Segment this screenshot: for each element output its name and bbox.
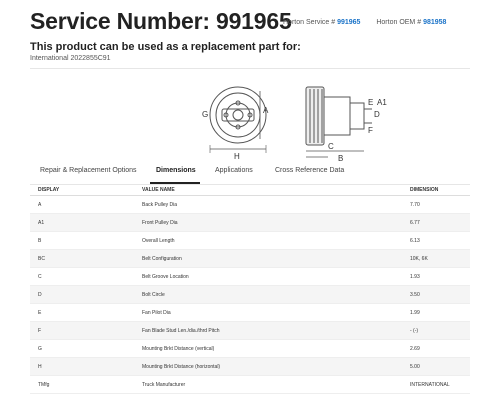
- display-cell: BC: [30, 249, 134, 268]
- dimension-cell: 1.99: [402, 303, 470, 322]
- table-row: A1 Front Pulley Dia 6.77: [30, 213, 470, 232]
- horton-oem-label: Horton OEM #: [376, 19, 422, 26]
- table-row: BC Belt Configuration 10K, 6K: [30, 249, 470, 268]
- value-name-cell: Fan Blade Stud Len./dia./thrd Pitch: [134, 321, 402, 340]
- tab-bar: Repair & Replacement Options Dimensions …: [30, 160, 470, 185]
- page-header: Service Number: 991965 Horton Service # …: [30, 8, 490, 34]
- diagram-label: C: [328, 142, 334, 151]
- column-header-value-name: VALUE NAME: [134, 184, 402, 196]
- value-name-cell: Overall Length: [134, 231, 402, 250]
- display-cell: D: [30, 285, 134, 304]
- display-cell: TMfg: [30, 375, 134, 394]
- table-row: TMfg Truck Manufacturer INTERNATIONAL: [30, 375, 470, 394]
- horton-service-number[interactable]: 991965: [337, 19, 360, 26]
- diagram-label: A1: [377, 98, 387, 107]
- dimension-cell: 5.00: [402, 357, 470, 376]
- dimension-cell: - (-): [402, 321, 470, 340]
- table-row: C Belt Groove Location 1.93: [30, 267, 470, 286]
- column-header-display: DISPLAY: [30, 184, 134, 196]
- value-name-cell: Truck Manufacturer: [134, 375, 402, 394]
- dimension-cell: 3.50: [402, 285, 470, 304]
- horton-service-label: Horton Service #: [283, 19, 336, 26]
- dimension-cell: 2.69: [402, 339, 470, 358]
- dimension-cell: 6.13: [402, 231, 470, 250]
- table-row: F Fan Blade Stud Len./dia./thrd Pitch - (-…: [30, 321, 470, 340]
- value-name-cell: Belt Groove Location: [134, 267, 402, 286]
- table-row: A Back Pulley Dia 7.70: [30, 195, 470, 214]
- table-row: G Mounting Brkt Distance (vertical) 2.69: [30, 339, 470, 358]
- diagram-label: A: [263, 106, 269, 115]
- table-row: B Overall Length 6.13: [30, 231, 470, 250]
- value-name-cell: Bolt Circle: [134, 285, 402, 304]
- replacement-subtitle: This product can be used as a replacemen…: [30, 41, 301, 53]
- horton-oem-number[interactable]: 981958: [423, 19, 446, 26]
- tab-dimensions[interactable]: Dimensions: [156, 167, 196, 174]
- value-name-cell: Belt Configuration: [134, 249, 402, 268]
- diagram-label: F: [368, 126, 373, 135]
- diagram-label: G: [202, 110, 208, 119]
- table-row: H Mounting Brkt Distance (horizontal) 5.00: [30, 357, 470, 376]
- display-cell: G: [30, 339, 134, 358]
- value-name-cell: Front Pulley Dia: [134, 213, 402, 232]
- dimension-cell: 10K, 6K: [402, 249, 470, 268]
- table-row: D Bolt Circle 3.50: [30, 285, 470, 304]
- dimension-cell: 6.77: [402, 213, 470, 232]
- table-row: E Fan Pilot Dia 1.99: [30, 303, 470, 322]
- display-cell: A: [30, 195, 134, 214]
- tab-applications[interactable]: Applications: [215, 167, 253, 174]
- dimension-diagram: G A H E A1 D F C B: [30, 68, 470, 161]
- value-name-cell: Back Pulley Dia: [134, 195, 402, 214]
- value-name-cell: Mounting Brkt Distance (horizontal): [134, 357, 402, 376]
- display-cell: F: [30, 321, 134, 340]
- fan-drive-drawing: G A H E A1 D F C B: [202, 86, 387, 161]
- value-name-cell: Mounting Brkt Distance (vertical): [134, 339, 402, 358]
- display-cell: E: [30, 303, 134, 322]
- diagram-label: E: [368, 98, 373, 107]
- display-cell: A1: [30, 213, 134, 232]
- table-header-row: DISPLAY VALUE NAME DIMENSION: [30, 184, 470, 196]
- tab-cross-reference[interactable]: Cross Reference Data: [275, 167, 344, 174]
- dimension-cell: 1.93: [402, 267, 470, 286]
- dimension-cell: INTERNATIONAL: [402, 375, 470, 394]
- page-title: Service Number: 991965: [30, 8, 292, 34]
- tab-repair-replacement[interactable]: Repair & Replacement Options: [40, 167, 137, 174]
- horton-references: Horton Service # 991965 Horton OEM # 981…: [283, 19, 446, 26]
- dimension-cell: 7.70: [402, 195, 470, 214]
- display-cell: B: [30, 231, 134, 250]
- diagram-label: D: [374, 110, 380, 119]
- column-header-dimension: DIMENSION: [402, 184, 470, 196]
- value-name-cell: Fan Pilot Dia: [134, 303, 402, 322]
- dimensions-table: DISPLAY VALUE NAME DIMENSION A Back Pulle…: [30, 184, 470, 394]
- replacement-part-number: International 2022855C91: [30, 55, 111, 62]
- display-cell: H: [30, 357, 134, 376]
- display-cell: C: [30, 267, 134, 286]
